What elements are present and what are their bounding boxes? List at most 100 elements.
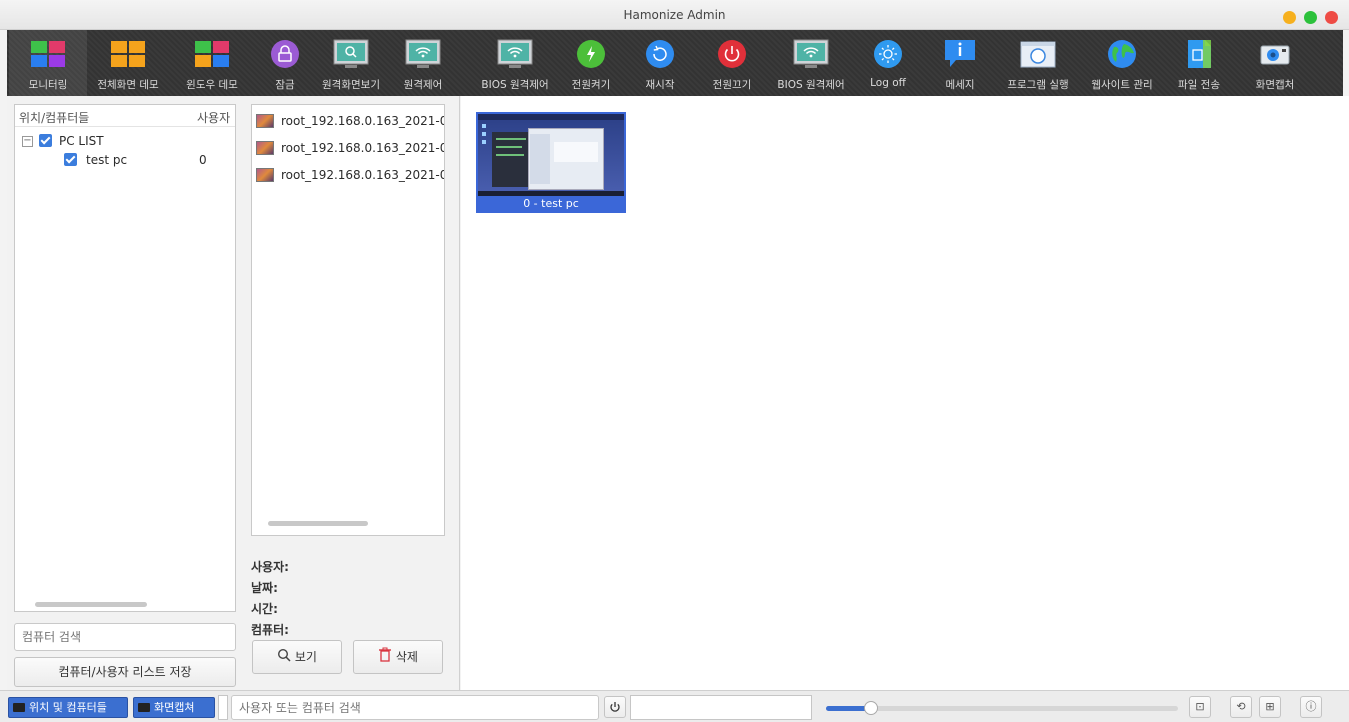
tree-header: 위치/컴퓨터들 사용자 — [15, 105, 235, 127]
toolbar-label: 모니터링 — [28, 79, 68, 91]
tab-locations-computers[interactable]: 위치 및 컴퓨터들 — [8, 697, 128, 718]
toolbar-remote-control[interactable]: 원격제어 — [384, 30, 462, 96]
toolbar-monitoring[interactable]: 모니터링 — [9, 30, 87, 96]
toolbar-remote-view[interactable]: 원격화면보기 — [312, 30, 390, 96]
screenshot-file-list: root_192.168.0.163_2021-06 root_192.168.… — [251, 104, 445, 536]
checkbox-pc-list[interactable] — [39, 134, 52, 147]
log-off-icon — [870, 38, 906, 70]
tab-screen-capture[interactable]: 화면캡쳐 — [133, 697, 215, 718]
toolbar-label: 프로그램 실행 — [1007, 79, 1069, 91]
title-bar: Hamonize Admin — [0, 0, 1349, 30]
list-item[interactable]: root_192.168.0.163_2021-06 — [256, 111, 445, 131]
monitor-icon — [13, 703, 25, 712]
tree-root-pc-list[interactable]: − PC LIST — [19, 132, 229, 150]
toolbar-label: 전체화면 데모 — [97, 79, 159, 91]
fit-screen-button[interactable]: ⊡ — [1189, 696, 1211, 718]
zoom-slider[interactable] — [826, 701, 1178, 715]
remote-screen-preview — [478, 114, 624, 196]
collapse-icon[interactable]: − — [22, 136, 33, 147]
image-file-icon — [256, 114, 274, 128]
list-item[interactable]: root_192.168.0.163_2021-06 — [256, 165, 445, 185]
toolbar-website-management[interactable]: 웹사이트 관리 — [1083, 30, 1161, 96]
grid-icon: ⊞ — [1265, 700, 1275, 713]
toolbar-label: Log off — [870, 77, 906, 89]
monitoring-grid-icon — [30, 38, 66, 70]
checkbox-test-pc[interactable] — [64, 153, 77, 166]
power-off-icon — [714, 38, 750, 70]
tab-capture-label: 화면캡쳐 — [154, 701, 195, 714]
toolbar-label: 웹사이트 관리 — [1091, 79, 1153, 91]
remote-view-icon — [333, 38, 369, 70]
toolbar-restart[interactable]: 재시작 — [621, 30, 699, 96]
column-user-header[interactable]: 사용자 — [197, 109, 230, 126]
power-button[interactable] — [604, 696, 626, 718]
toolbar-screen-capture[interactable]: 화면캡처 — [1236, 30, 1314, 96]
about-button[interactable]: ⓘ — [1300, 696, 1322, 718]
zoom-slider-knob[interactable] — [864, 701, 879, 715]
toolbar-label: 화면캡처 — [1255, 79, 1295, 91]
toolbar-message[interactable]: 메세지 — [921, 30, 999, 96]
status-spacer — [218, 695, 228, 720]
camera-icon — [138, 703, 150, 712]
bios-remote-control-icon — [793, 38, 829, 70]
run-program-icon — [1020, 38, 1056, 70]
file-name: root_192.168.0.163_2021-06 — [281, 114, 445, 128]
toolbar-bios-remote-control[interactable]: BIOS 원격제어 — [471, 30, 559, 96]
refresh-icon: ⟲ — [1236, 700, 1246, 713]
window-demo-icon — [194, 38, 230, 70]
grid-view-button[interactable]: ⊞ — [1259, 696, 1281, 718]
zoom-slider-fill — [826, 706, 869, 711]
lock-icon — [267, 38, 303, 70]
close-button[interactable] — [1325, 11, 1338, 24]
power-icon — [610, 702, 620, 712]
file-list-horizontal-scrollbar[interactable] — [268, 521, 368, 526]
message-icon — [942, 38, 978, 70]
toolbar-label: BIOS 원격제어 — [481, 79, 549, 91]
minimize-button[interactable] — [1283, 11, 1296, 24]
computer-tree-panel: 위치/컴퓨터들 사용자 − PC LIST test pc 0 컴퓨터/사용자 … — [7, 96, 244, 690]
info-time-label: 시간: — [251, 602, 278, 616]
toolbar-file-transfer[interactable]: 파일 전송 — [1160, 30, 1238, 96]
window-title: Hamonize Admin — [623, 8, 726, 22]
file-name: root_192.168.0.163_2021-06 — [281, 141, 445, 155]
toolbar-label: BIOS 원격제어 — [777, 79, 845, 91]
toolbar-label: 원격화면보기 — [322, 79, 380, 91]
list-item[interactable]: root_192.168.0.163_2021-06 — [256, 138, 445, 158]
save-computer-list-button[interactable]: 컴퓨터/사용자 리스트 저장 — [14, 657, 236, 687]
search-icon — [277, 642, 291, 674]
tree-horizontal-scrollbar[interactable] — [35, 602, 147, 607]
delete-button-label: 삭제 — [395, 650, 418, 664]
toolbar-label: 전원켜기 — [571, 79, 611, 91]
user-computer-search-input[interactable] — [231, 695, 599, 720]
tree-item-test-pc[interactable]: test pc 0 — [19, 151, 229, 169]
app-window: Hamonize Admin 모니터링 전체화면 데모 윈도우 데모 잠금 원격… — [0, 0, 1349, 722]
toolbar-log-off[interactable]: Log off — [849, 30, 927, 96]
bios-remote-control-icon — [497, 38, 533, 70]
toolbar-power-on[interactable]: 전원켜기 — [552, 30, 630, 96]
toolbar-label: 윈도우 데모 — [186, 79, 238, 91]
save-computer-list-label: 컴퓨터/사용자 리스트 저장 — [58, 665, 192, 679]
column-location-header[interactable]: 위치/컴퓨터들 — [19, 109, 89, 126]
toolbar-power-off[interactable]: 전원끄기 — [693, 30, 771, 96]
computer-tree: 위치/컴퓨터들 사용자 − PC LIST test pc 0 — [14, 104, 236, 612]
remote-control-icon — [405, 38, 441, 70]
main-toolbar: 모니터링 전체화면 데모 윈도우 데모 잠금 원격화면보기 원격제어 BIOS … — [7, 30, 1343, 96]
file-name: root_192.168.0.163_2021-06 — [281, 168, 445, 182]
info-user-label: 사용자: — [251, 560, 289, 574]
computer-search-input[interactable] — [14, 623, 236, 651]
toolbar-label: 메세지 — [945, 79, 975, 91]
delete-button[interactable]: 삭제 — [353, 640, 443, 674]
view-button[interactable]: 보기 — [252, 640, 342, 674]
toolbar-fullscreen-demo[interactable]: 전체화면 데모 — [89, 30, 167, 96]
maximize-button[interactable] — [1304, 11, 1317, 24]
toolbar-label: 전원끄기 — [712, 79, 752, 91]
monitoring-view: 0 - test pc — [461, 96, 1349, 690]
thumbnail-caption: 0 - test pc — [523, 197, 579, 210]
toolbar-bios-remote-control-2[interactable]: BIOS 원격제어 — [767, 30, 855, 96]
refresh-button[interactable]: ⟲ — [1230, 696, 1252, 718]
toolbar-window-demo[interactable]: 윈도우 데모 — [173, 30, 251, 96]
toolbar-run-program[interactable]: 프로그램 실행 — [999, 30, 1077, 96]
computer-thumbnail[interactable]: 0 - test pc — [476, 112, 626, 213]
power-on-icon — [573, 38, 609, 70]
computer-name: test pc — [86, 153, 128, 167]
